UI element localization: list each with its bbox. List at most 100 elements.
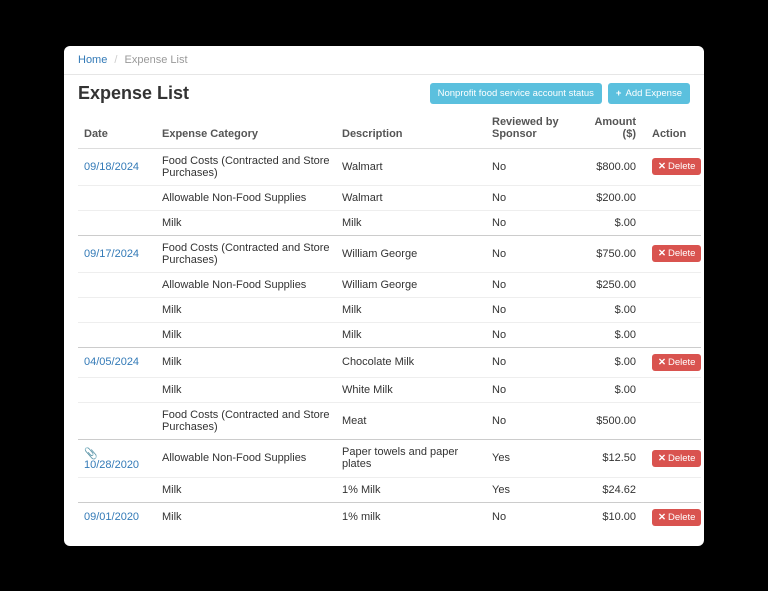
cell-category: Food Costs (Contracted and Store Purchas…: [156, 402, 336, 439]
date-link[interactable]: 09/17/2024: [84, 248, 139, 260]
col-description: Description: [336, 108, 486, 149]
cell-reviewed: No: [486, 185, 586, 210]
plus-icon: +: [616, 88, 622, 99]
delete-button[interactable]: ✕Delete: [652, 509, 701, 526]
table-wrapper: Date Expense Category Description Review…: [64, 108, 704, 546]
cell-action: [646, 272, 701, 297]
cell-action: [646, 477, 701, 502]
cell-action: ✕Delete: [646, 502, 701, 532]
date-link[interactable]: 10/28/2020: [84, 459, 139, 471]
close-icon: ✕: [658, 453, 666, 464]
table-row: MilkMilkNo$.00: [78, 210, 701, 235]
add-expense-button[interactable]: + Add Expense: [608, 83, 690, 104]
cell-amount: $24.62: [586, 477, 646, 502]
cell-category: Milk: [156, 347, 336, 377]
cell-action: ✕Delete: [646, 439, 701, 477]
cell-reviewed: No: [486, 210, 586, 235]
table-row: Allowable Non-Food SuppliesWilliam Georg…: [78, 272, 701, 297]
delete-label: Delete: [668, 453, 695, 464]
cell-amount: $12.50: [586, 439, 646, 477]
table-row: 📎10/28/2020Allowable Non-Food SuppliesPa…: [78, 439, 701, 477]
cell-category: Milk: [156, 502, 336, 532]
col-date: Date: [78, 108, 156, 149]
date-link[interactable]: 09/01/2020: [84, 511, 139, 523]
cell-date: 09/17/2024: [78, 235, 156, 272]
table-row: MilkMilkNo$.00: [78, 297, 701, 322]
cell-category: Milk: [156, 322, 336, 347]
cell-date: [78, 210, 156, 235]
delete-button[interactable]: ✕Delete: [652, 450, 701, 467]
cell-amount: $800.00: [586, 148, 646, 185]
table-row: 09/01/2020Milk1% milkNo$10.00✕Delete: [78, 502, 701, 532]
page-title: Expense List: [78, 83, 189, 104]
cell-description: Milk: [336, 322, 486, 347]
cell-reviewed: No: [486, 502, 586, 532]
cell-description: William George: [336, 272, 486, 297]
cell-description: 1% milk: [336, 502, 486, 532]
cell-reviewed: No: [486, 377, 586, 402]
cell-amount: $250.00: [586, 272, 646, 297]
cell-amount: $750.00: [586, 235, 646, 272]
cell-date: [78, 272, 156, 297]
cell-description: Milk: [336, 210, 486, 235]
cell-action: [646, 297, 701, 322]
breadcrumb-current: Expense List: [125, 54, 188, 66]
delete-label: Delete: [668, 512, 695, 523]
cell-description: Meat: [336, 402, 486, 439]
delete-label: Delete: [668, 161, 695, 172]
cell-category: Milk: [156, 477, 336, 502]
delete-label: Delete: [668, 357, 695, 368]
cell-category: Milk: [156, 210, 336, 235]
cell-date: 09/01/2020: [78, 502, 156, 532]
cell-description: William George: [336, 235, 486, 272]
cell-amount: $.00: [586, 210, 646, 235]
cell-description: 1% Milk: [336, 477, 486, 502]
date-link[interactable]: 04/05/2024: [84, 356, 139, 368]
cell-amount: $.00: [586, 347, 646, 377]
cell-reviewed: Yes: [486, 439, 586, 477]
delete-button[interactable]: ✕Delete: [652, 245, 701, 262]
date-link[interactable]: 09/18/2024: [84, 161, 139, 173]
cell-category: Allowable Non-Food Supplies: [156, 185, 336, 210]
cell-reviewed: No: [486, 148, 586, 185]
close-icon: ✕: [658, 161, 666, 172]
table-row: MilkMilkNo$.00: [78, 322, 701, 347]
table-row: 09/17/2024Food Costs (Contracted and Sto…: [78, 235, 701, 272]
cell-action: [646, 185, 701, 210]
close-icon: ✕: [658, 248, 666, 259]
cell-date: [78, 322, 156, 347]
add-expense-label: Add Expense: [625, 88, 682, 99]
cell-reviewed: No: [486, 272, 586, 297]
delete-button[interactable]: ✕Delete: [652, 354, 701, 371]
cell-action: [646, 402, 701, 439]
cell-amount: $500.00: [586, 402, 646, 439]
header-actions: Nonprofit food service account status + …: [430, 83, 690, 104]
col-action: Action: [646, 108, 701, 149]
cell-reviewed: No: [486, 297, 586, 322]
cell-date: [78, 185, 156, 210]
cell-category: Allowable Non-Food Supplies: [156, 439, 336, 477]
delete-button[interactable]: ✕Delete: [652, 158, 701, 175]
cell-description: White Milk: [336, 377, 486, 402]
table-header-row: Date Expense Category Description Review…: [78, 108, 701, 149]
cell-amount: $200.00: [586, 185, 646, 210]
table-row: Milk1% MilkYes$24.62: [78, 477, 701, 502]
cell-amount: $.00: [586, 297, 646, 322]
cell-date: [78, 377, 156, 402]
cell-action: ✕Delete: [646, 148, 701, 185]
cell-category: Milk: [156, 377, 336, 402]
page-header: Expense List Nonprofit food service acco…: [64, 75, 704, 108]
account-status-button[interactable]: Nonprofit food service account status: [430, 83, 602, 104]
cell-action: ✕Delete: [646, 347, 701, 377]
col-amount: Amount ($): [586, 108, 646, 149]
cell-description: Walmart: [336, 185, 486, 210]
cell-date: 📎10/28/2020: [78, 439, 156, 477]
cell-reviewed: No: [486, 235, 586, 272]
cell-action: [646, 377, 701, 402]
close-icon: ✕: [658, 512, 666, 523]
cell-description: Walmart: [336, 148, 486, 185]
breadcrumb-separator: /: [114, 54, 117, 66]
breadcrumb-home-link[interactable]: Home: [78, 54, 107, 66]
cell-action: [646, 322, 701, 347]
breadcrumb: Home / Expense List: [64, 46, 704, 75]
